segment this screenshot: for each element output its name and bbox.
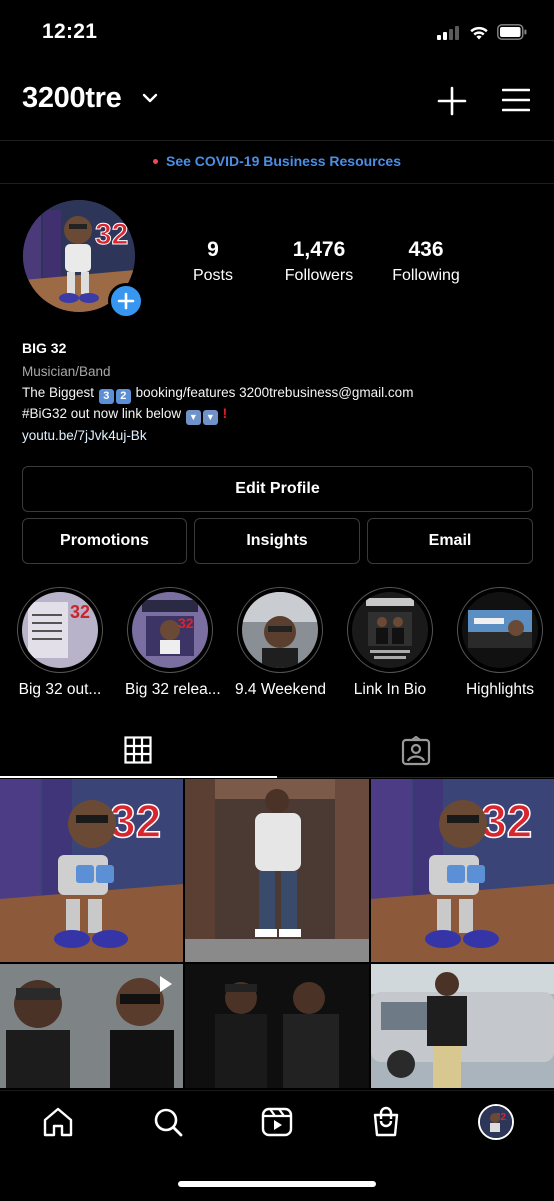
account-username[interactable]: 3200tre — [22, 82, 122, 115]
bio-link[interactable]: youtu.be/7jJvk4uj-Bk — [22, 428, 147, 443]
posts-value: 9 — [207, 238, 219, 261]
highlight-cover: 32 — [22, 592, 98, 668]
edit-profile-button[interactable]: Edit Profile — [22, 466, 533, 512]
highlight-item[interactable]: Link In Bio — [345, 587, 435, 699]
plus-icon — [117, 292, 135, 310]
svg-text:32: 32 — [110, 795, 161, 847]
menu-hamburger-icon[interactable] — [502, 88, 530, 112]
svg-text:32: 32 — [95, 218, 128, 251]
banner-dot — [153, 158, 158, 164]
profile-avatar[interactable]: 32 — [478, 1104, 514, 1140]
add-story-button[interactable] — [108, 283, 144, 319]
chevron-down-icon[interactable] — [142, 92, 158, 104]
grid-icon[interactable] — [124, 736, 152, 764]
post-thumbnail[interactable]: 32 — [0, 779, 183, 962]
highlight-ring — [237, 587, 323, 673]
down-arrow-emoji: ▼ — [202, 410, 218, 425]
following-value: 436 — [408, 238, 444, 261]
posts-count[interactable]: 9 Posts — [158, 238, 268, 285]
followers-count[interactable]: 1,476 Followers — [264, 238, 374, 285]
followers-value: 1,476 — [292, 238, 346, 261]
highlight-label: Big 32 relea... — [125, 681, 221, 698]
following-count[interactable]: 436 Following — [371, 238, 481, 285]
status-time: 12:21 — [42, 20, 98, 43]
following-label: Following — [392, 267, 460, 284]
bio-line-1-suffix: booking/features 3200trebusiness@gmail.c… — [135, 385, 414, 400]
home-indicator — [178, 1181, 376, 1187]
highlight-item[interactable]: 9.4 Weekend — [235, 587, 327, 699]
reels-icon[interactable] — [261, 1106, 293, 1138]
bio-line-1: The Biggest 32 booking/features 3200treb… — [22, 385, 413, 404]
bio-line-2-prefix: #BiG32 out now link below — [22, 406, 182, 421]
highlight-item[interactable]: 32 Big 32 relea... — [125, 587, 221, 699]
highlight-ring — [457, 587, 543, 673]
keycap-2-emoji: 2 — [115, 389, 131, 404]
email-button[interactable]: Email — [367, 518, 533, 564]
highlight-label: 9.4 Weekend — [235, 681, 327, 698]
post-thumbnail[interactable] — [0, 964, 183, 1088]
highlight-ring — [347, 587, 433, 673]
post-thumbnail[interactable] — [185, 779, 369, 962]
search-icon[interactable] — [152, 1106, 184, 1138]
keycap-3-emoji: 3 — [98, 389, 114, 404]
profile-display-name: BIG 32 — [22, 340, 67, 356]
highlight-cover: 32 — [132, 592, 208, 668]
bio-line-2: #BiG32 out now link below ▼ ▼ ! — [22, 406, 227, 425]
down-arrow-emoji: ▼ — [185, 410, 201, 425]
banner-text: See COVID-19 Business Resources — [166, 153, 401, 169]
svg-text:32: 32 — [481, 795, 532, 847]
active-tab-indicator — [0, 776, 277, 778]
highlight-item[interactable]: Highlights — [455, 587, 545, 699]
highlight-cover — [242, 592, 318, 668]
highlight-label: Big 32 out... — [18, 681, 102, 698]
profile-category: Musician/Band — [22, 364, 111, 379]
highlight-label: Link In Bio — [353, 681, 427, 698]
highlight-cover — [352, 592, 428, 668]
followers-label: Followers — [284, 267, 354, 284]
post-thumbnail[interactable] — [185, 964, 369, 1088]
posts-label: Posts — [192, 267, 233, 284]
cellular-signal-icon — [437, 26, 459, 40]
highlight-item[interactable]: 32 Big 32 out... — [15, 587, 105, 699]
highlight-ring: 32 — [127, 587, 213, 673]
promotions-button[interactable]: Promotions — [22, 518, 187, 564]
new-post-plus-icon[interactable] — [437, 86, 467, 116]
covid-resources-banner[interactable]: See COVID-19 Business Resources — [0, 140, 554, 184]
shop-icon[interactable] — [370, 1106, 402, 1138]
highlight-ring: 32 — [17, 587, 103, 673]
svg-text:32: 32 — [70, 602, 90, 622]
svg-text:32: 32 — [178, 615, 194, 631]
bio-line-1-prefix: The Biggest — [22, 385, 95, 400]
insights-button[interactable]: Insights — [194, 518, 360, 564]
post-thumbnail[interactable] — [371, 964, 554, 1088]
highlight-label: Highlights — [465, 681, 535, 698]
exclamation-emoji: ! — [222, 406, 228, 421]
tab-divider — [277, 777, 554, 778]
wifi-icon — [470, 26, 488, 40]
highlight-cover — [462, 592, 538, 668]
home-icon[interactable] — [42, 1106, 74, 1138]
post-thumbnail[interactable]: 32 — [371, 779, 554, 962]
battery-icon — [497, 24, 527, 40]
tagged-icon[interactable] — [401, 736, 431, 766]
